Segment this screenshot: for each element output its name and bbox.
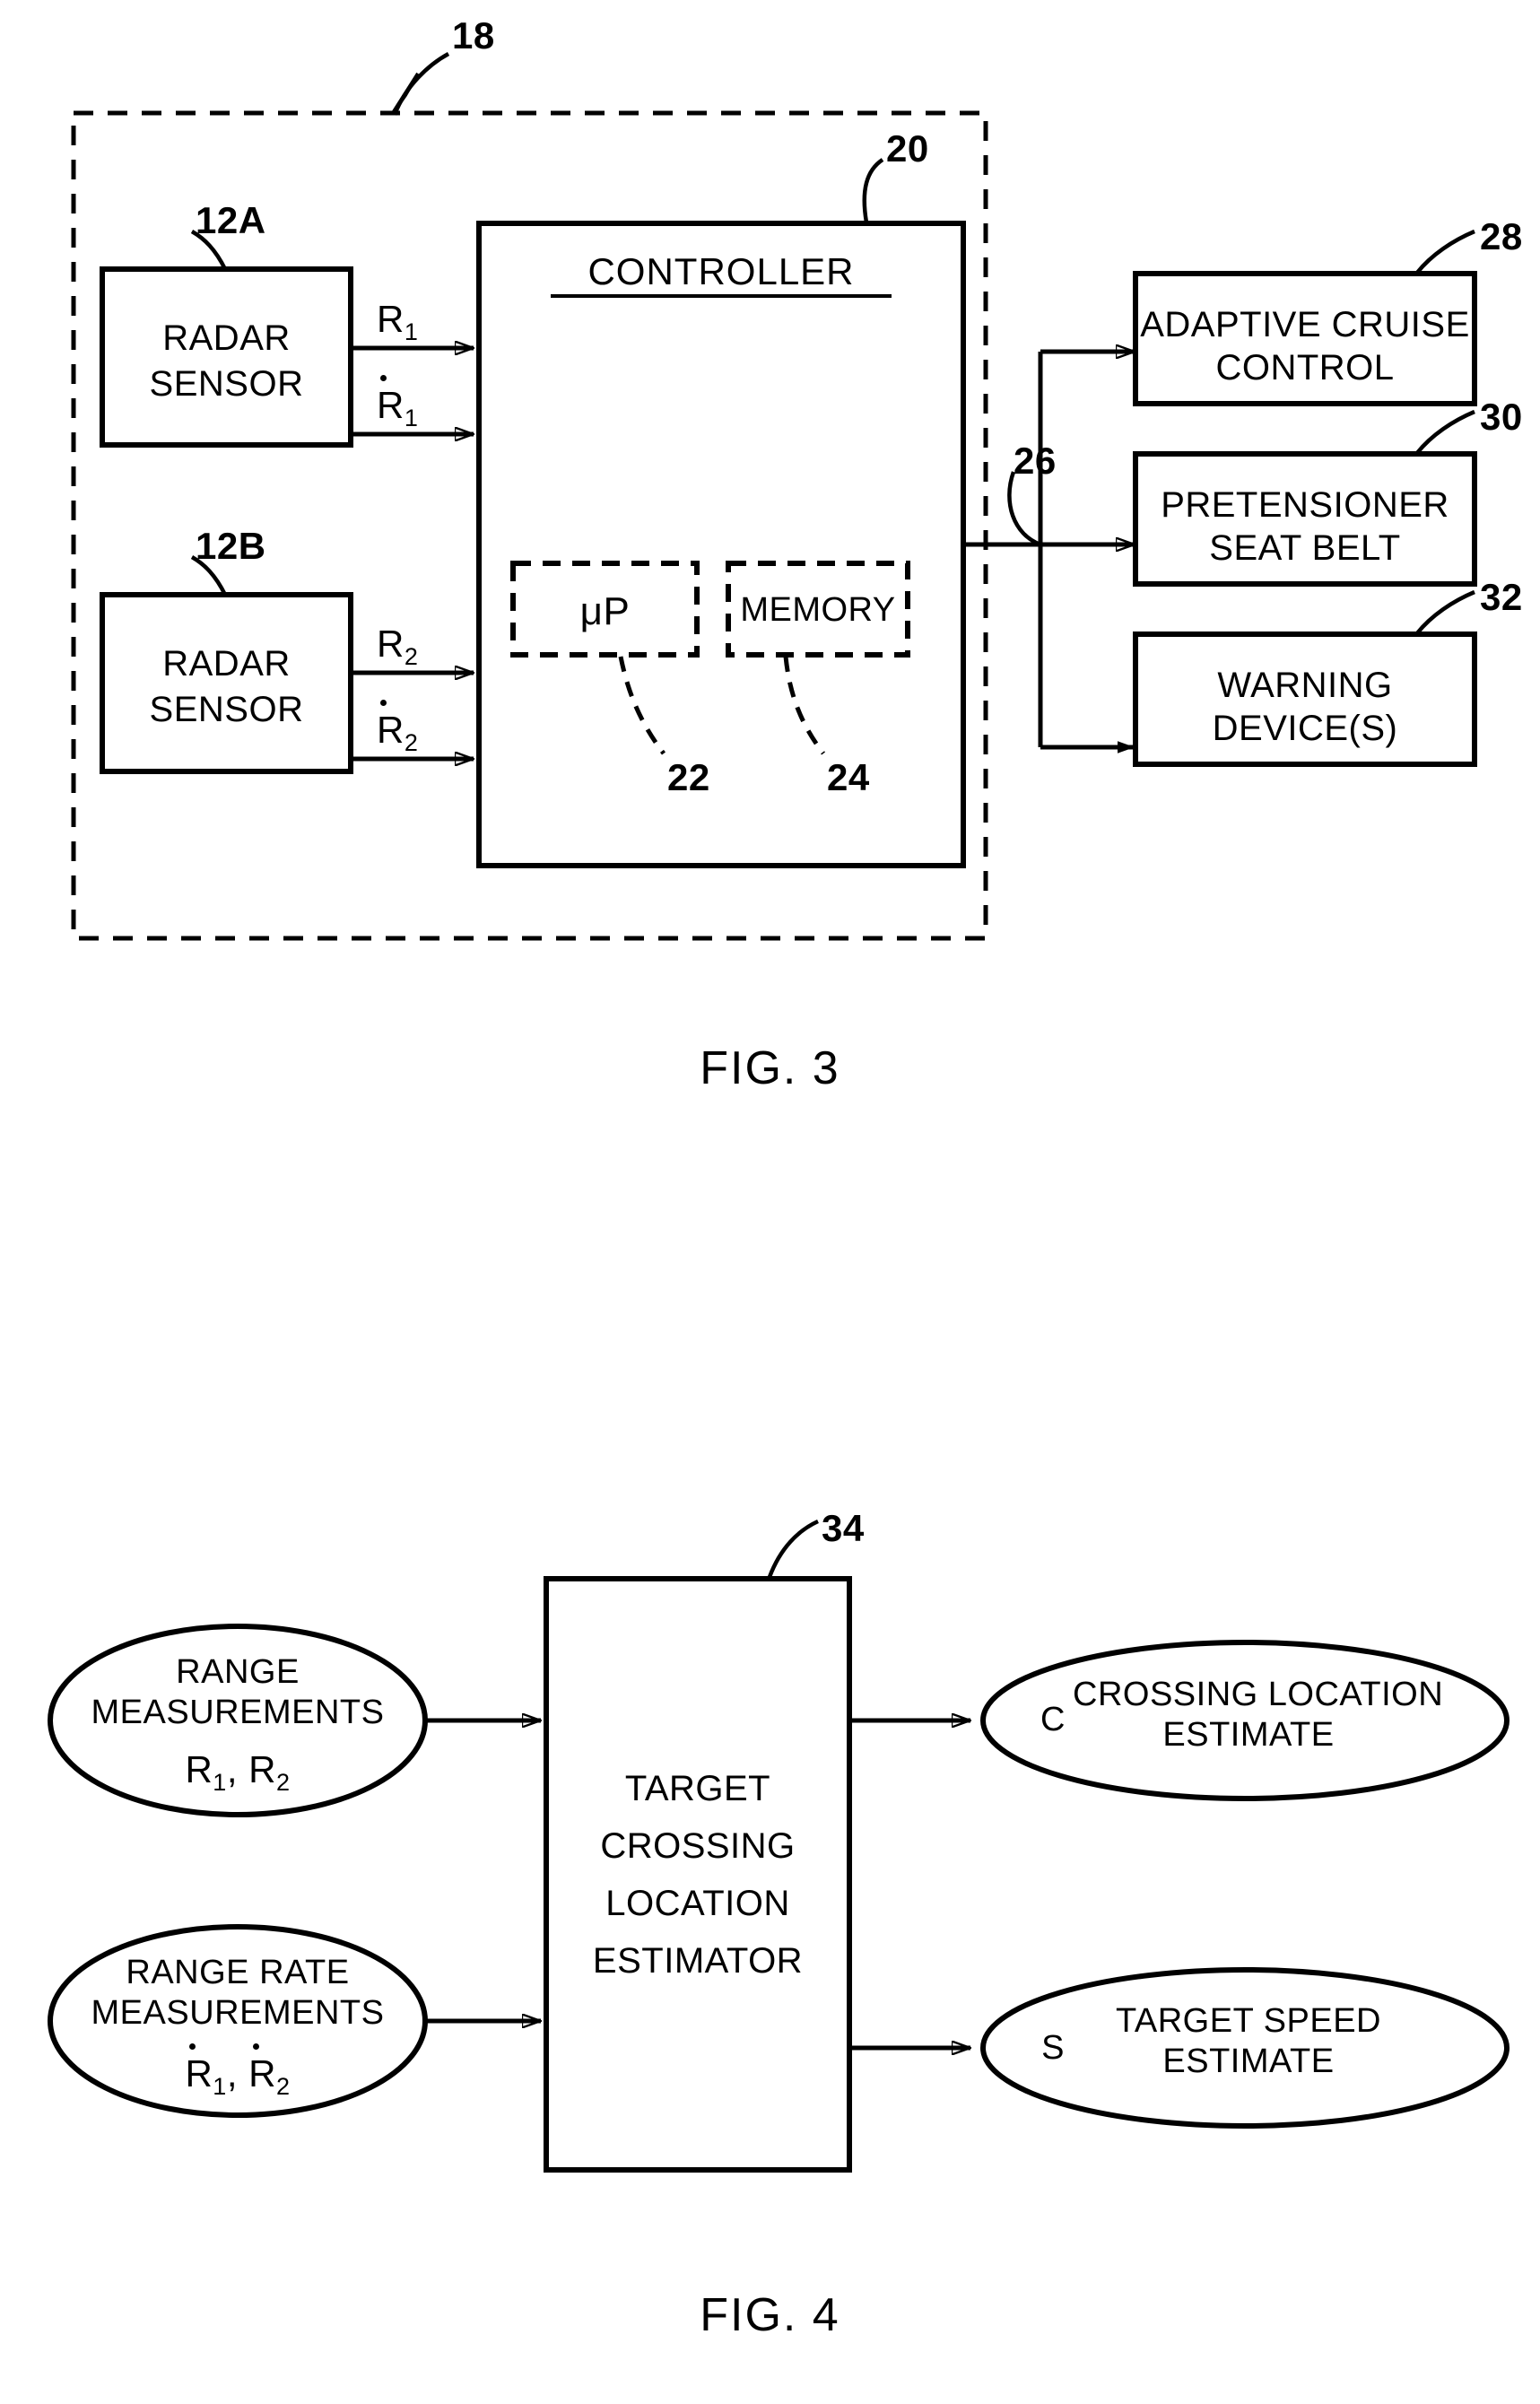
range-measurements-line1: RANGE	[176, 1653, 300, 1691]
range-rate-measurements-line2: MEASUREMENTS	[91, 1994, 385, 2032]
adaptive-cruise-control-line1: ADAPTIVE CRUISE	[1140, 305, 1470, 344]
ref-number-20: 20	[886, 127, 929, 170]
range-measurements-formula: R1, R2	[185, 1748, 291, 1796]
estimator-line-3: LOCATION	[605, 1884, 790, 1923]
warning-devices-line2: DEVICE(S)	[1212, 709, 1398, 748]
ref-number-22: 22	[667, 756, 710, 798]
estimator-line-4: ESTIMATOR	[592, 1941, 804, 1981]
microprocessor-label: μP	[579, 589, 631, 633]
crossing-location-estimate-line1: CROSSING LOCATION	[1073, 1676, 1444, 1713]
signal-label-r2-dot: R2	[377, 699, 419, 756]
target-crossing-location-estimator-outline	[544, 1576, 852, 2173]
range-rate-measurements-formula: R1, R2	[185, 2043, 291, 2100]
radar-sensor-a-line1: RADAR	[162, 318, 291, 358]
radar-sensor-a-line2: SENSOR	[149, 364, 304, 404]
controller-title: CONTROLLER	[551, 250, 892, 299]
ref-number-34: 34	[822, 1507, 865, 1549]
patent-drawing-page: 18 CONTROLLER 20 RADAR SENSOR 12A RADAR …	[0, 0, 1540, 2404]
estimator-line-2: CROSSING	[600, 1826, 796, 1866]
signal-label-r2: R2	[377, 623, 419, 670]
ref-number-12a: 12A	[196, 199, 266, 241]
pretensioner-seat-belt-line1: PRETENSIONER	[1161, 485, 1449, 525]
memory-label: MEMORY	[740, 591, 896, 629]
radar-sensor-b-line1: RADAR	[162, 644, 291, 684]
warning-devices-line1: WARNING	[1217, 666, 1393, 705]
estimator-line-1: TARGET	[624, 1769, 771, 1808]
ref-number-26: 26	[1014, 440, 1057, 482]
figure-3-caption: FIG. 3	[700, 1042, 840, 1094]
range-measurements-line2: MEASUREMENTS	[91, 1694, 385, 1731]
adaptive-cruise-control-line2: CONTROL	[1215, 348, 1395, 388]
radar-sensor-b-line2: SENSOR	[149, 690, 304, 729]
ref-number-32: 32	[1480, 576, 1523, 618]
ref-number-12b: 12B	[196, 525, 266, 567]
crossing-location-symbol: C	[1040, 1701, 1066, 1738]
ref-number-18: 18	[452, 14, 495, 57]
pretensioner-seat-belt-line2: SEAT BELT	[1209, 528, 1401, 568]
target-speed-estimate-line2: ESTIMATE	[1162, 2043, 1335, 2080]
target-speed-symbol: S	[1041, 2029, 1065, 2067]
ref-number-28: 28	[1480, 215, 1523, 257]
crossing-location-estimate-line2: ESTIMATE	[1162, 1716, 1335, 1754]
figure-4-caption: FIG. 4	[700, 2289, 840, 2341]
ref-number-30: 30	[1480, 396, 1523, 438]
signal-label-r1: R1	[377, 298, 419, 345]
controller-box-outline	[476, 221, 966, 868]
range-rate-measurements-line1: RANGE RATE	[126, 1954, 350, 1991]
signal-label-r1-dot: R1	[377, 374, 419, 431]
target-speed-estimate-line1: TARGET SPEED	[1116, 2002, 1381, 2040]
ref-number-24: 24	[827, 756, 870, 798]
